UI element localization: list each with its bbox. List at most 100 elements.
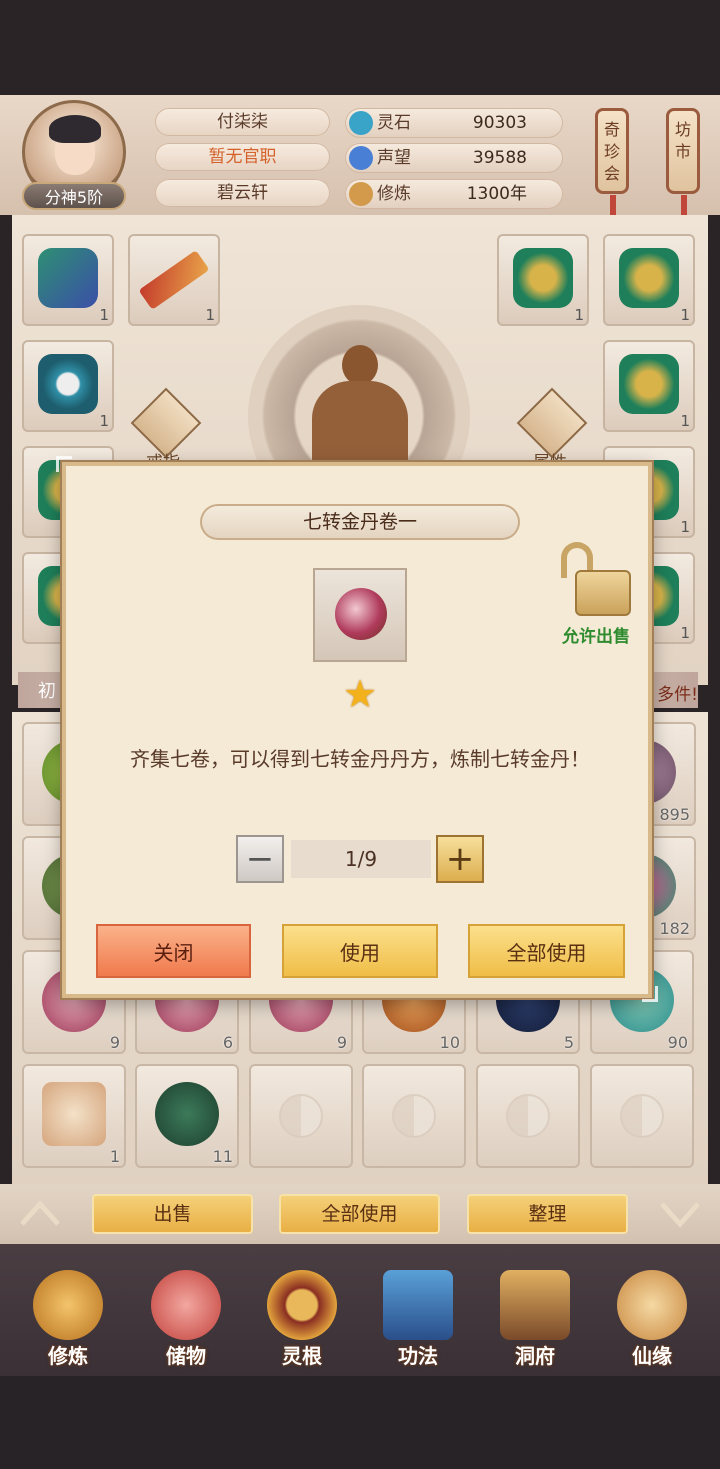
boots-icon xyxy=(38,248,98,308)
bag-header-left: 初 xyxy=(38,681,56,702)
item-quantity: 9 xyxy=(336,1033,347,1052)
item-quantity: 1 xyxy=(109,1147,120,1166)
cave-dwelling-icon xyxy=(500,1270,570,1340)
bracelet-icon xyxy=(38,354,98,414)
sword-icon xyxy=(138,250,210,310)
market-button[interactable]: 坊市 xyxy=(666,108,700,215)
meditation-icon xyxy=(349,182,373,206)
paper-scroll-icon xyxy=(42,1082,106,1146)
yinyang-icon xyxy=(506,1094,550,1138)
scroll-down-right-icon[interactable] xyxy=(660,1198,700,1228)
bag-slot-empty[interactable] xyxy=(476,1064,580,1168)
item-quantity: 1 xyxy=(680,306,690,324)
resource-value: 1300年 xyxy=(466,184,527,204)
equip-slot-weapon[interactable]: 1 xyxy=(128,234,220,326)
resource-value: 39588 xyxy=(472,148,527,168)
tassel-decoration xyxy=(681,195,687,215)
item-description: 齐集七卷，可以得到七转金丹丹方，炼制七转金丹！ xyxy=(130,747,590,771)
item-icon-frame xyxy=(313,568,407,662)
scroll-up-left-icon[interactable] xyxy=(20,1198,60,1228)
item-quantity: 182 xyxy=(659,919,690,938)
item-quantity: 1 xyxy=(680,412,690,430)
corner-decoration xyxy=(56,456,72,472)
close-button[interactable]: 关闭 xyxy=(96,924,251,978)
item-quantity: 90 xyxy=(667,1033,688,1052)
equip-slot-armor[interactable]: 1 xyxy=(497,234,589,326)
silhouette-body xyxy=(312,381,408,475)
resource-spirit-stone: 灵石 90303 xyxy=(345,108,563,138)
scroll-item-icon xyxy=(335,588,387,640)
sell-permission-toggle[interactable]: 允许出售 xyxy=(553,540,643,650)
item-quantity: 1 xyxy=(680,624,690,642)
nav-label: 灵根 xyxy=(282,1344,322,1368)
sell-permission-label: 允许出售 xyxy=(562,627,630,647)
equip-slot-boots[interactable]: 1 xyxy=(22,234,114,326)
yinyang-icon xyxy=(620,1094,664,1138)
item-quantity: 6 xyxy=(222,1033,233,1052)
bottom-black-area xyxy=(0,1376,720,1469)
item-quantity: 1 xyxy=(205,306,215,324)
bag-slot-empty[interactable] xyxy=(590,1064,694,1168)
tassel-decoration xyxy=(610,195,616,215)
use-all-dialog-button[interactable]: 全部使用 xyxy=(468,924,625,978)
dialog-title-bar: 七转金丹卷一 xyxy=(200,504,520,540)
item-quantity: 9 xyxy=(109,1033,120,1052)
quantity-field[interactable]: 1/9 xyxy=(291,840,431,878)
dialog-title: 七转金丹卷一 xyxy=(302,511,417,533)
avatar-hair xyxy=(49,115,101,143)
resource-prestige: 声望 39588 xyxy=(345,143,563,173)
nav-label: 修炼 xyxy=(48,1344,88,1368)
item-quantity: 1 xyxy=(574,306,584,324)
resource-label: 声望 xyxy=(377,148,411,168)
nav-label: 储物 xyxy=(166,1344,206,1368)
decrease-button[interactable]: − xyxy=(236,835,284,883)
realm-badge: 分神5阶 xyxy=(22,182,126,210)
item-quantity: 1 xyxy=(680,518,690,536)
storage-bag-icon xyxy=(151,1270,221,1340)
nav-technique[interactable]: 功法 xyxy=(368,1262,468,1372)
nav-immortal-fate[interactable]: 仙缘 xyxy=(602,1262,702,1372)
bag-slot-empty[interactable] xyxy=(249,1064,353,1168)
treasure-shop-label: 奇珍会 xyxy=(603,120,620,183)
equip-slot-armor[interactable]: 1 xyxy=(603,234,695,326)
armor-icon xyxy=(513,248,573,308)
resource-cultivation: 修炼 1300年 xyxy=(345,179,563,209)
lock-body-icon xyxy=(575,570,631,616)
nav-label: 洞府 xyxy=(515,1344,555,1368)
yinyang-icon xyxy=(392,1094,436,1138)
resource-value: 90303 xyxy=(472,113,527,133)
character-silhouette xyxy=(312,345,408,475)
item-quantity: 10 xyxy=(439,1033,460,1052)
spirit-root-icon xyxy=(267,1270,337,1340)
equip-slot-bracelet[interactable]: 1 xyxy=(22,340,114,432)
nav-storage[interactable]: 储物 xyxy=(136,1262,236,1372)
prestige-crystal-icon xyxy=(349,146,373,170)
player-sect: 碧云轩 xyxy=(155,179,330,207)
bag-slot-empty[interactable] xyxy=(362,1064,466,1168)
treasure-shop-button[interactable]: 奇珍会 xyxy=(595,108,629,215)
item-quantity: 1 xyxy=(99,306,109,324)
corner-decoration xyxy=(642,986,658,1002)
status-bar-area xyxy=(0,0,720,95)
equip-slot-armor[interactable]: 1 xyxy=(603,340,695,432)
silhouette-head xyxy=(342,345,378,385)
spirit-stone-icon xyxy=(349,111,373,135)
technique-book-icon xyxy=(383,1270,453,1340)
nav-cultivate[interactable]: 修炼 xyxy=(18,1262,118,1372)
item-quantity: 1 xyxy=(99,412,109,430)
sell-button[interactable]: 出售 xyxy=(92,1194,253,1234)
organize-button[interactable]: 整理 xyxy=(467,1194,628,1234)
resource-label: 修炼 xyxy=(377,184,411,204)
use-button[interactable]: 使用 xyxy=(282,924,438,978)
bag-slot[interactable]: 1 xyxy=(22,1064,126,1168)
armor-icon xyxy=(619,248,679,308)
nav-spirit-root[interactable]: 灵根 xyxy=(252,1262,352,1372)
nav-label: 仙缘 xyxy=(632,1344,672,1368)
nav-cave-dwelling[interactable]: 洞府 xyxy=(485,1262,585,1372)
increase-button[interactable]: + xyxy=(436,835,484,883)
use-all-button[interactable]: 全部使用 xyxy=(279,1194,440,1234)
rarity-star-icon: ★ xyxy=(342,672,378,716)
bag-header-right: 多件! xyxy=(657,685,698,705)
bag-slot[interactable]: 11 xyxy=(135,1064,239,1168)
item-quantity: 895 xyxy=(659,805,690,824)
